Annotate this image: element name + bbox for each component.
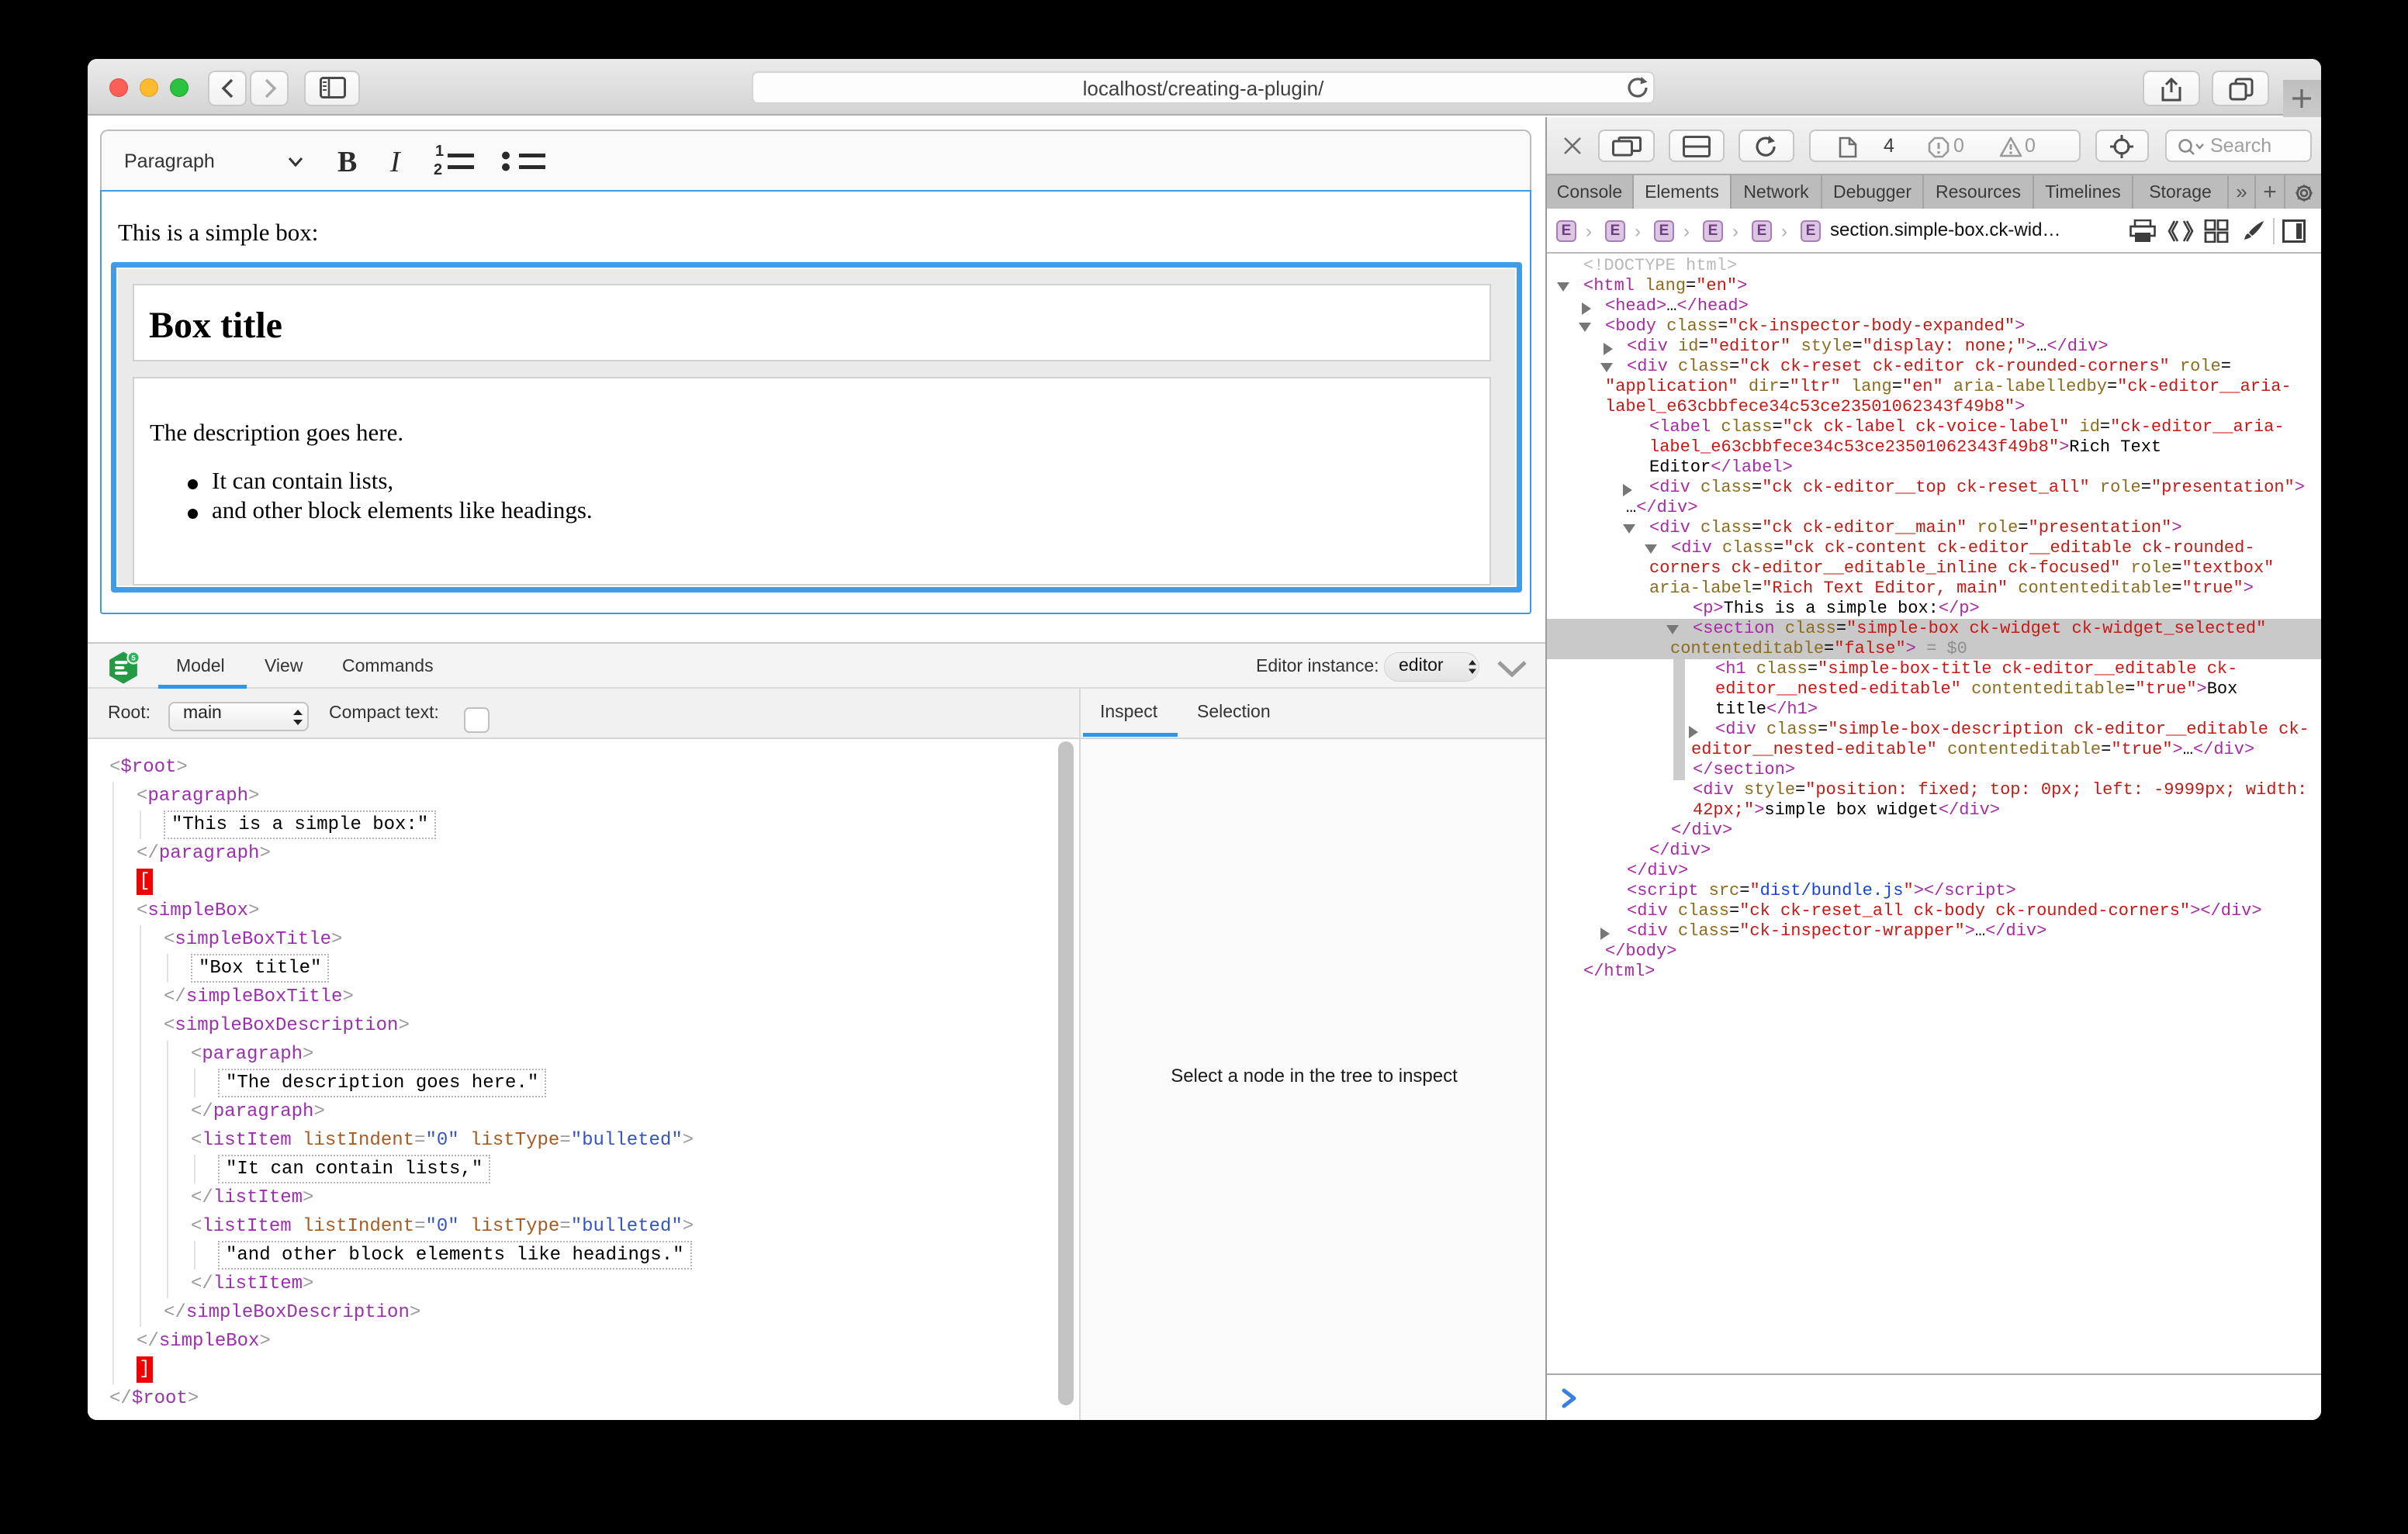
svg-text:1: 1 <box>435 143 444 160</box>
svg-text:2: 2 <box>434 161 442 177</box>
svg-text:5: 5 <box>131 654 136 662</box>
